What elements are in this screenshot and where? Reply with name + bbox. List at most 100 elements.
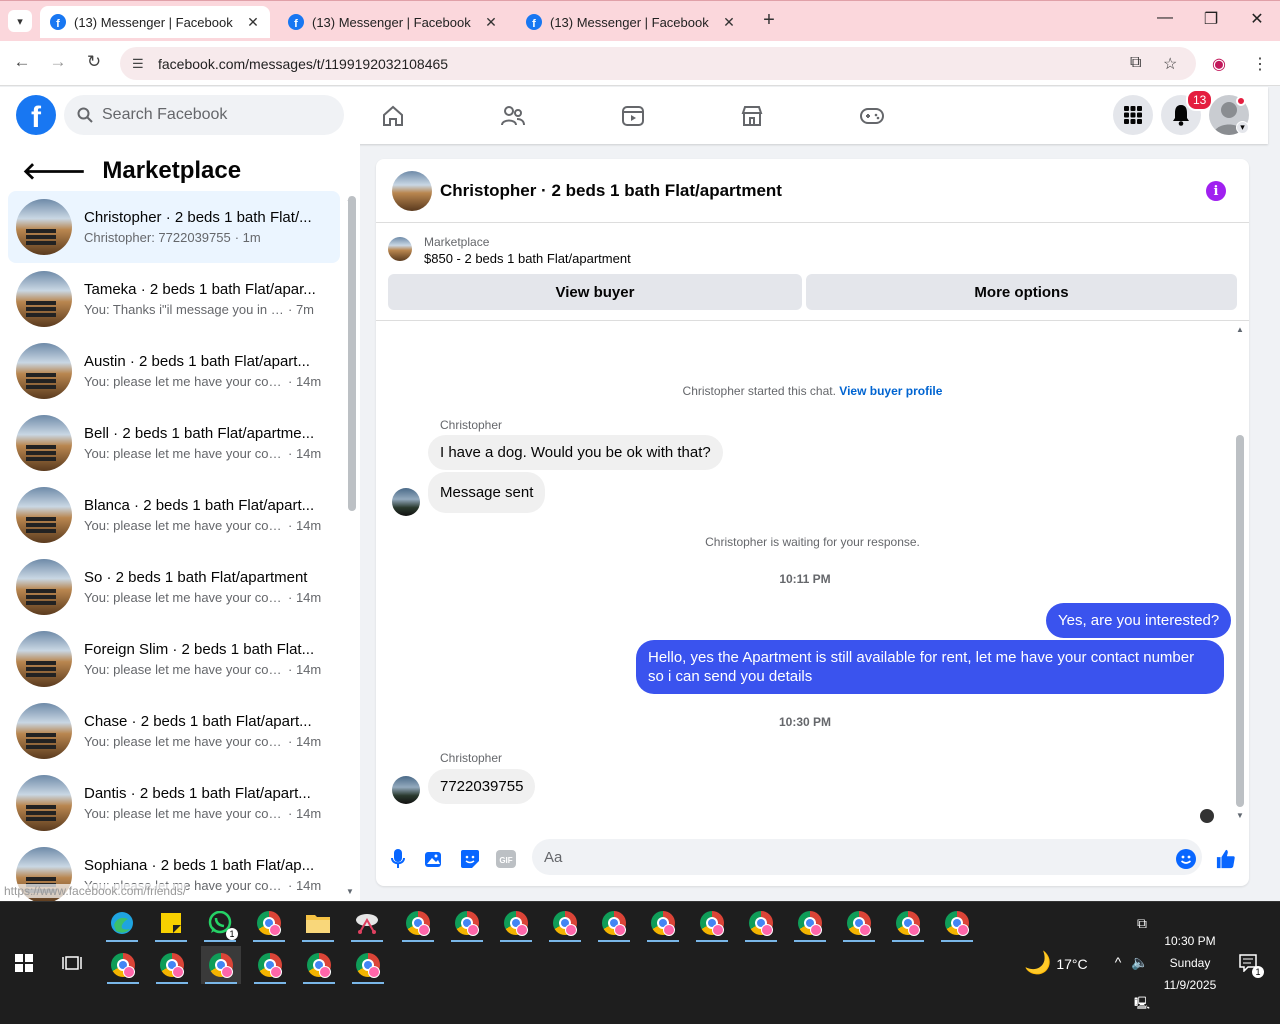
home-icon[interactable] [378, 101, 408, 131]
install-app-icon[interactable]: ⧉ [1130, 54, 1141, 72]
task-view-icon[interactable] [52, 944, 92, 982]
video-icon[interactable] [618, 101, 648, 131]
browser-tab-3[interactable]: f (13) Messenger | Facebook ✕ [516, 6, 746, 38]
clock-time[interactable]: 10:30 PM [1150, 934, 1230, 948]
close-tab-icon[interactable]: ✕ [244, 14, 262, 31]
like-thumbs-up-icon[interactable] [1216, 849, 1236, 869]
network-icon[interactable]: 🖳 [1132, 994, 1152, 1015]
chrome-profile-taskbar-button[interactable] [937, 904, 977, 942]
clock-date[interactable]: 11/9/2025 [1150, 978, 1230, 992]
view-buyer-button[interactable]: View buyer [388, 274, 802, 310]
back-arrow-icon[interactable]: 🡐 [22, 156, 86, 186]
chrome-profile-taskbar-button[interactable] [741, 904, 781, 942]
sticker-icon[interactable] [460, 849, 480, 869]
facebook-logo[interactable]: f [16, 95, 56, 135]
conversation-item[interactable]: Blanca · 2 beds 1 bath Flat/apart... You:… [8, 479, 340, 551]
restore-window-icon[interactable]: ❐ [1196, 9, 1226, 29]
new-tab-button[interactable]: + [758, 9, 780, 32]
conversation-item[interactable]: Christopher · 2 beds 1 bath Flat/... Chri… [8, 191, 340, 263]
close-tab-icon[interactable]: ✕ [482, 14, 500, 31]
conversation-item[interactable]: Austin · 2 beds 1 bath Flat/apart... You:… [8, 335, 340, 407]
clock-day[interactable]: Sunday [1150, 956, 1230, 970]
volume-icon[interactable]: 🔈 [1130, 954, 1150, 971]
chrome-profile-taskbar-button[interactable] [201, 946, 241, 984]
close-tab-icon[interactable]: ✕ [720, 14, 738, 31]
sender-avatar[interactable] [392, 776, 420, 804]
back-icon[interactable]: ← [10, 52, 34, 72]
friends-icon[interactable] [498, 101, 528, 131]
chrome-profile-taskbar-button[interactable] [692, 904, 732, 942]
chat-avatar[interactable] [392, 171, 432, 211]
bookmark-star-icon[interactable]: ☆ [1163, 54, 1177, 74]
forward-icon[interactable]: → [46, 52, 70, 72]
windows-start-icon[interactable] [4, 944, 44, 982]
message-input[interactable]: Aa [532, 839, 1202, 875]
site-info-icon[interactable]: ☰ [132, 56, 150, 72]
view-buyer-profile-link[interactable]: View buyer profile [839, 384, 942, 398]
scroll-down-arrow-icon[interactable]: ▼ [346, 887, 354, 896]
conversation-item[interactable]: Tameka · 2 beds 1 bath Flat/apar... You: … [8, 263, 340, 335]
chrome-profile-taskbar-button[interactable] [447, 904, 487, 942]
snipping-tool-taskbar-button[interactable] [347, 904, 387, 942]
file-explorer-taskbar-button[interactable] [298, 904, 338, 942]
chrome-profile-taskbar-button[interactable] [888, 904, 928, 942]
menu-grid-icon[interactable] [1113, 95, 1153, 135]
chrome-profile-taskbar-button[interactable] [790, 904, 830, 942]
minimize-window-icon[interactable]: — [1150, 9, 1180, 27]
chrome-profile-taskbar-button[interactable] [496, 904, 536, 942]
gaming-icon[interactable] [857, 101, 887, 131]
photo-icon[interactable] [424, 849, 444, 869]
logo-letter: f [31, 101, 41, 134]
close-window-icon[interactable]: ✕ [1242, 9, 1272, 29]
conversation-item[interactable]: Dantis · 2 beds 1 bath Flat/apart... You:… [8, 767, 340, 839]
chrome-profile-taskbar-button[interactable] [545, 904, 585, 942]
sticky-notes-taskbar-button[interactable] [151, 904, 191, 942]
chrome-profile-taskbar-button[interactable] [839, 904, 879, 942]
chrome-taskbar-button[interactable] [249, 904, 289, 942]
incoming-message[interactable]: Message sent [428, 472, 546, 513]
edge-taskbar-button[interactable] [102, 904, 142, 942]
chrome-profile-taskbar-button[interactable] [299, 946, 339, 984]
chrome-profile-taskbar-button[interactable] [643, 904, 683, 942]
gif-icon[interactable]: GIF [496, 849, 516, 869]
profile-icon[interactable]: ◉ [1212, 54, 1226, 74]
outgoing-message[interactable]: Hello, yes the Apartment is still availa… [636, 640, 1224, 694]
chat-scroll-up-icon[interactable]: ▲ [1236, 325, 1244, 334]
emoji-icon[interactable] [1176, 849, 1196, 869]
conversation-item[interactable]: Chase · 2 beds 1 bath Flat/apart... You: … [8, 695, 340, 767]
chat-title[interactable]: Christopher · 2 beds 1 bath Flat/apartme… [440, 181, 782, 201]
marketplace-icon[interactable] [737, 101, 767, 131]
conversation-list-scrollbar[interactable] [348, 196, 356, 511]
chrome-profile-taskbar-button[interactable] [250, 946, 290, 984]
chrome-profile-taskbar-button[interactable] [348, 946, 388, 984]
action-center-notification-icon[interactable]: 1 [1228, 944, 1268, 982]
info-icon[interactable]: i [1206, 181, 1226, 201]
weather-temperature[interactable]: 17°C [1052, 956, 1092, 972]
conversation-item[interactable]: So · 2 beds 1 bath Flat/apartment You: pl… [8, 551, 340, 623]
whatsapp-taskbar-button[interactable]: 1 [200, 904, 240, 942]
chat-scroll-down-icon[interactable]: ▼ [1236, 811, 1244, 820]
chat-scrollbar[interactable] [1236, 435, 1244, 807]
chrome-profile-taskbar-button[interactable] [103, 946, 143, 984]
tab-search-dropdown-icon[interactable]: ▾ [8, 10, 32, 32]
microphone-icon[interactable] [388, 849, 408, 869]
url-field[interactable]: ☰ facebook.com/messages/t/11991920321084… [120, 47, 1196, 80]
chrome-profile-taskbar-button[interactable] [152, 946, 192, 984]
browser-menu-icon[interactable]: ⋮ [1252, 54, 1268, 74]
conversation-item[interactable]: Bell · 2 beds 1 bath Flat/apartme... You:… [8, 407, 340, 479]
incoming-message[interactable]: 7722039755 [428, 769, 536, 804]
incoming-message[interactable]: I have a dog. Would you be ok with that? [428, 435, 723, 470]
search-input[interactable]: Search Facebook [64, 95, 344, 135]
account-chevron-down-icon[interactable]: ▾ [1236, 121, 1249, 134]
more-options-button[interactable]: More options [806, 274, 1237, 310]
outgoing-message[interactable]: Yes, are you interested? [1046, 603, 1232, 638]
chrome-profile-taskbar-button[interactable] [398, 904, 438, 942]
sender-avatar[interactable] [392, 488, 420, 516]
conversation-text: Austin · 2 beds 1 bath Flat/apart... You:… [84, 353, 324, 389]
conversation-item[interactable]: Foreign Slim · 2 beds 1 bath Flat... You:… [8, 623, 340, 695]
reload-icon[interactable]: ↻ [82, 52, 106, 72]
browser-tab-1[interactable]: f (13) Messenger | Facebook ✕ [40, 6, 270, 38]
chrome-profile-taskbar-button[interactable] [594, 904, 634, 942]
browser-tab-2[interactable]: f (13) Messenger | Facebook ✕ [278, 6, 508, 38]
show-hidden-icons-chevron-icon[interactable]: ^ [1108, 954, 1128, 970]
